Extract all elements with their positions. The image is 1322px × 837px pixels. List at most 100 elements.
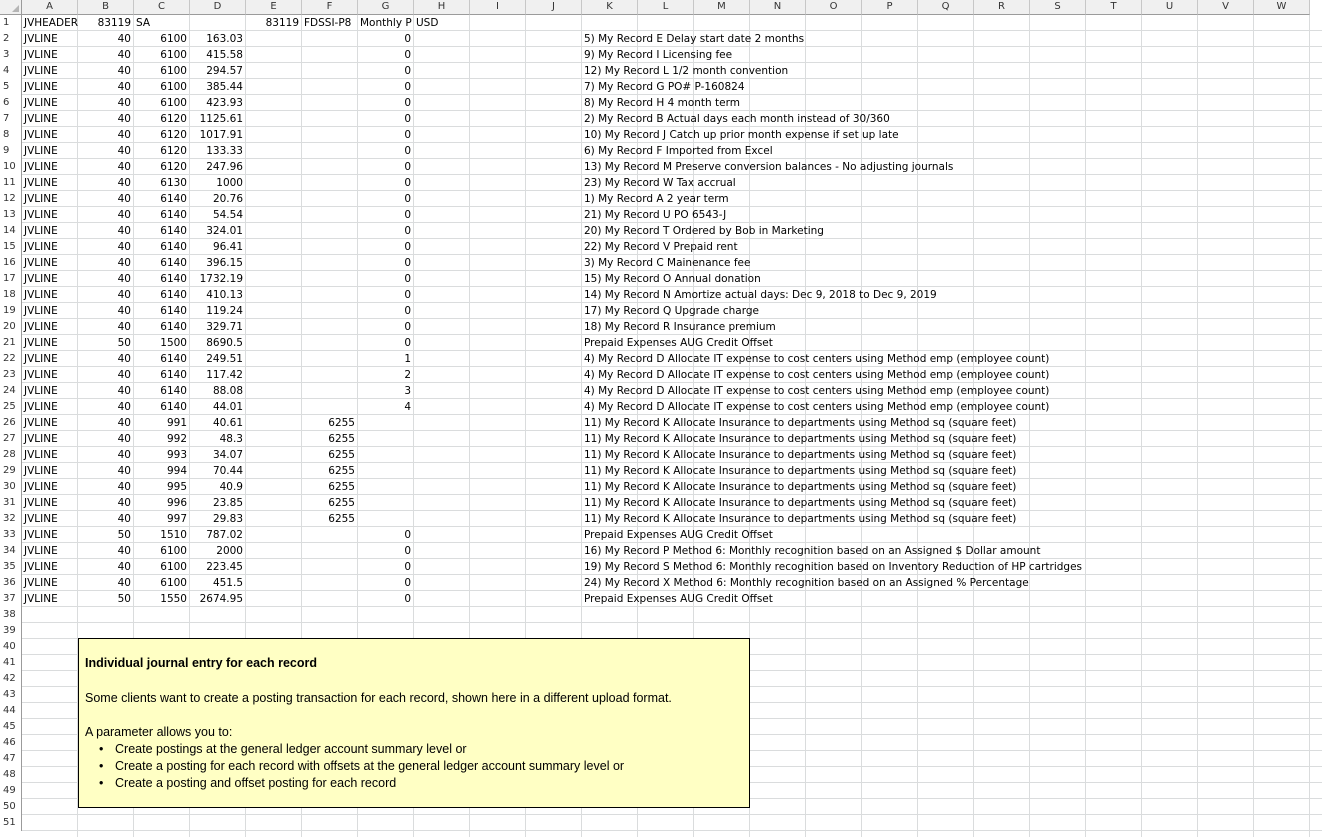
cell-k8[interactable]: 10) My Record J Catch up prior month exp…	[582, 127, 899, 143]
cell-f26[interactable]: 6255	[302, 415, 358, 431]
cell-a27[interactable]: JVLINE	[22, 431, 78, 447]
cell-c13[interactable]: 6140	[134, 207, 190, 223]
cell-a12[interactable]: JVLINE	[22, 191, 78, 207]
cell-c20[interactable]: 6140	[134, 319, 190, 335]
cell-g16[interactable]: 0	[358, 255, 414, 271]
cell-b13[interactable]: 40	[78, 207, 134, 223]
cell-k26[interactable]: 11) My Record K Allocate Insurance to de…	[582, 415, 1016, 431]
row-header-49[interactable]: 49	[0, 783, 22, 799]
column-header-f[interactable]: F	[302, 0, 358, 15]
row-header-15[interactable]: 15	[0, 239, 22, 255]
cell-c33[interactable]: 1510	[134, 527, 190, 543]
cell-c24[interactable]: 6140	[134, 383, 190, 399]
cell-a30[interactable]: JVLINE	[22, 479, 78, 495]
cell-d31[interactable]: 23.85	[190, 495, 246, 511]
cell-a21[interactable]: JVLINE	[22, 335, 78, 351]
cell-a14[interactable]: JVLINE	[22, 223, 78, 239]
cell-a34[interactable]: JVLINE	[22, 543, 78, 559]
row-header-40[interactable]: 40	[0, 639, 22, 655]
cell-d25[interactable]: 44.01	[190, 399, 246, 415]
row-header-37[interactable]: 37	[0, 591, 22, 607]
row-header-39[interactable]: 39	[0, 623, 22, 639]
row-header-32[interactable]: 32	[0, 511, 22, 527]
cell-k7[interactable]: 2) My Record B Actual days each month in…	[582, 111, 890, 127]
cell-a19[interactable]: JVLINE	[22, 303, 78, 319]
cell-k6[interactable]: 8) My Record H 4 month term	[582, 95, 740, 111]
cell-g5[interactable]: 0	[358, 79, 414, 95]
cell-a33[interactable]: JVLINE	[22, 527, 78, 543]
column-header-v[interactable]: V	[1198, 0, 1254, 15]
column-header-r[interactable]: R	[974, 0, 1030, 15]
cell-d3[interactable]: 415.58	[190, 47, 246, 63]
cell-d22[interactable]: 249.51	[190, 351, 246, 367]
cell-b11[interactable]: 40	[78, 175, 134, 191]
cell-f27[interactable]: 6255	[302, 431, 358, 447]
cell-k30[interactable]: 11) My Record K Allocate Insurance to de…	[582, 479, 1016, 495]
cell-b10[interactable]: 40	[78, 159, 134, 175]
column-header-n[interactable]: N	[750, 0, 806, 15]
column-header-c[interactable]: C	[134, 0, 190, 15]
row-header-34[interactable]: 34	[0, 543, 22, 559]
cell-a35[interactable]: JVLINE	[22, 559, 78, 575]
select-all-corner[interactable]	[0, 0, 22, 15]
row-header-2[interactable]: 2	[0, 31, 22, 47]
cell-a22[interactable]: JVLINE	[22, 351, 78, 367]
cell-k4[interactable]: 12) My Record L 1/2 month convention	[582, 63, 788, 79]
cell-k28[interactable]: 11) My Record K Allocate Insurance to de…	[582, 447, 1016, 463]
row-header-46[interactable]: 46	[0, 735, 22, 751]
cell-a10[interactable]: JVLINE	[22, 159, 78, 175]
row-header-30[interactable]: 30	[0, 479, 22, 495]
cell-g18[interactable]: 0	[358, 287, 414, 303]
column-header-i[interactable]: I	[470, 0, 526, 15]
row-header-6[interactable]: 6	[0, 95, 22, 111]
cell-k12[interactable]: 1) My Record A 2 year term	[582, 191, 729, 207]
cell-b33[interactable]: 50	[78, 527, 134, 543]
row-header-44[interactable]: 44	[0, 703, 22, 719]
cell-d9[interactable]: 133.33	[190, 143, 246, 159]
column-header-a[interactable]: A	[22, 0, 78, 15]
cell-b29[interactable]: 40	[78, 463, 134, 479]
cell-b9[interactable]: 40	[78, 143, 134, 159]
cell-a6[interactable]: JVLINE	[22, 95, 78, 111]
cell-g7[interactable]: 0	[358, 111, 414, 127]
column-header-j[interactable]: J	[526, 0, 582, 15]
cell-a15[interactable]: JVLINE	[22, 239, 78, 255]
row-header-3[interactable]: 3	[0, 47, 22, 63]
column-header-p[interactable]: P	[862, 0, 918, 15]
cell-d36[interactable]: 451.5	[190, 575, 246, 591]
cell-d15[interactable]: 96.41	[190, 239, 246, 255]
cell-c21[interactable]: 1500	[134, 335, 190, 351]
cell-d29[interactable]: 70.44	[190, 463, 246, 479]
cell-c1[interactable]: SA	[134, 15, 190, 31]
cell-k27[interactable]: 11) My Record K Allocate Insurance to de…	[582, 431, 1016, 447]
cell-d32[interactable]: 29.83	[190, 511, 246, 527]
cell-g3[interactable]: 0	[358, 47, 414, 63]
cell-a25[interactable]: JVLINE	[22, 399, 78, 415]
cell-a31[interactable]: JVLINE	[22, 495, 78, 511]
cell-c3[interactable]: 6100	[134, 47, 190, 63]
cell-g20[interactable]: 0	[358, 319, 414, 335]
cell-c16[interactable]: 6140	[134, 255, 190, 271]
cell-k37[interactable]: Prepaid Expenses AUG Credit Offset	[582, 591, 773, 607]
cell-g23[interactable]: 2	[358, 367, 414, 383]
note-textbox[interactable]: Individual journal entry for each record…	[78, 638, 750, 808]
cell-b30[interactable]: 40	[78, 479, 134, 495]
cell-d2[interactable]: 163.03	[190, 31, 246, 47]
row-header-25[interactable]: 25	[0, 399, 22, 415]
cell-b23[interactable]: 40	[78, 367, 134, 383]
cell-c11[interactable]: 6130	[134, 175, 190, 191]
cell-b3[interactable]: 40	[78, 47, 134, 63]
row-header-50[interactable]: 50	[0, 799, 22, 815]
row-header-47[interactable]: 47	[0, 751, 22, 767]
column-header-k[interactable]: K	[582, 0, 638, 15]
cell-k18[interactable]: 14) My Record N Amortize actual days: De…	[582, 287, 937, 303]
row-header-12[interactable]: 12	[0, 191, 22, 207]
cell-c9[interactable]: 6120	[134, 143, 190, 159]
cell-c29[interactable]: 994	[134, 463, 190, 479]
cell-b15[interactable]: 40	[78, 239, 134, 255]
cell-b18[interactable]: 40	[78, 287, 134, 303]
cell-k25[interactable]: 4) My Record D Allocate IT expense to co…	[582, 399, 1049, 415]
cell-a32[interactable]: JVLINE	[22, 511, 78, 527]
row-header-29[interactable]: 29	[0, 463, 22, 479]
cell-g14[interactable]: 0	[358, 223, 414, 239]
